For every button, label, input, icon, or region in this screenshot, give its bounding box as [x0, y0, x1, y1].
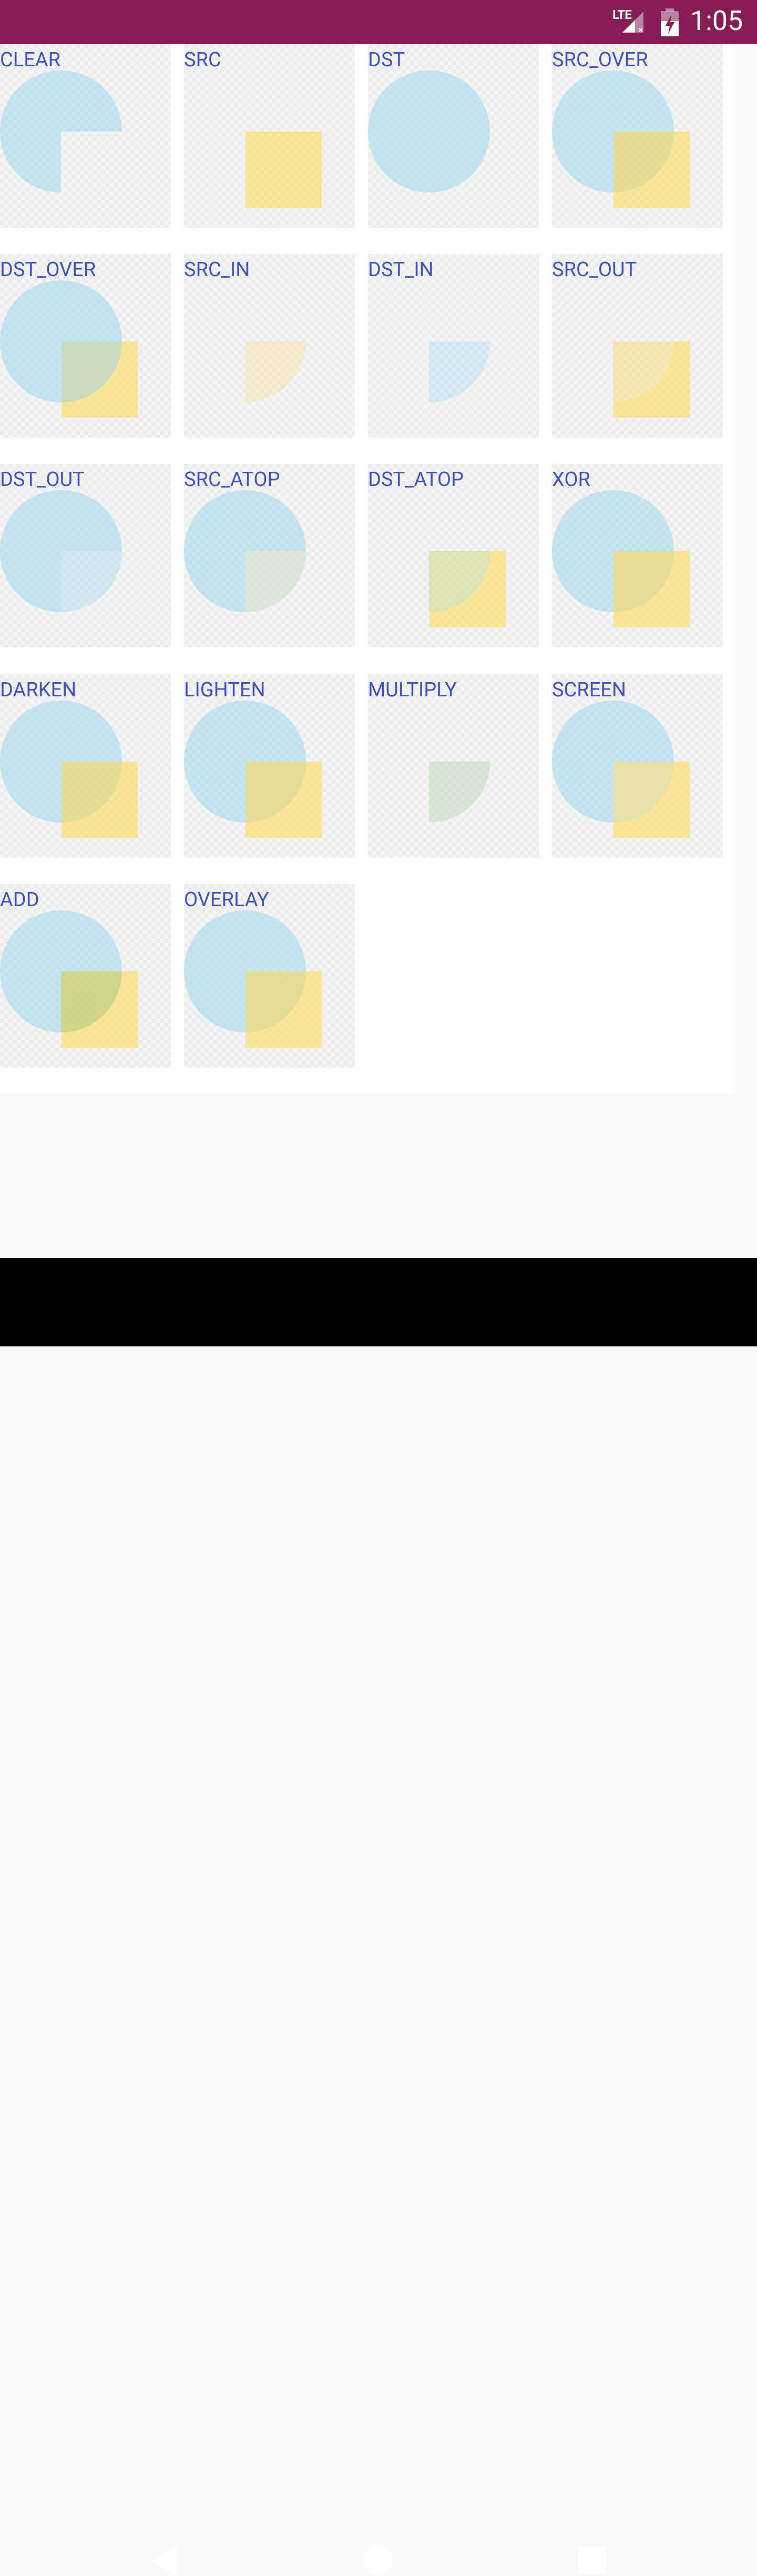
src-square	[613, 551, 690, 627]
mode-label: DST_IN	[368, 258, 434, 281]
mode-preview	[429, 551, 506, 627]
src-square	[245, 131, 322, 208]
mode-tile-screen: SCREEN	[552, 674, 723, 858]
svg-text:×: ×	[638, 26, 643, 35]
recents-icon[interactable]	[578, 2546, 606, 2574]
mode-tile-dst-in: DST_IN	[368, 254, 539, 438]
mode-tile-xor: XOR	[552, 464, 723, 647]
mode-label: DST_OUT	[0, 468, 85, 491]
mode-tile-src-atop: SRC_ATOP	[184, 464, 355, 647]
signal-icon: ×	[622, 12, 643, 35]
mode-tile-multiply: MULTIPLY	[368, 674, 539, 858]
clock: 1:05	[690, 5, 743, 37]
xfermode-grid: CLEAR SRC DST SRC_OVER DST_OVER SRC_IN DST_IN S…	[0, 44, 735, 1094]
mode-label: SRC_IN	[184, 258, 250, 281]
navigation-bar	[0, 1258, 757, 2576]
src-square	[245, 971, 322, 1048]
mode-label: SRC_OVER	[552, 48, 648, 72]
mode-preview	[0, 490, 122, 612]
mode-tile-dst: DST	[368, 44, 539, 228]
mode-label: DST	[368, 48, 405, 72]
mode-tile-lighten: LIGHTEN	[184, 674, 355, 858]
mode-tile-darken: DARKEN	[0, 674, 171, 858]
mode-tile-add: ADD	[0, 884, 171, 1068]
mode-tile-dst-out: DST_OUT	[0, 464, 171, 647]
mode-tile-overlay: OVERLAY	[184, 884, 355, 1068]
mode-label: SRC_OUT	[552, 258, 637, 281]
mode-tile-src-out: SRC_OUT	[552, 254, 723, 438]
mode-tile-clear: CLEAR	[0, 44, 171, 228]
mode-preview	[184, 490, 306, 612]
src-square	[62, 762, 138, 838]
battery-charging-icon	[661, 8, 679, 36]
src-square	[245, 762, 322, 838]
back-icon[interactable]	[150, 2545, 179, 2576]
mode-label: DST_ATOP	[368, 468, 464, 491]
mode-preview	[368, 70, 490, 192]
mode-tile-src-over: SRC_OVER	[552, 44, 723, 228]
mode-label: ADD	[0, 888, 39, 911]
mode-label: SRC_ATOP	[184, 468, 280, 491]
mode-label: SRC	[184, 48, 221, 72]
mode-label: LIGHTEN	[184, 678, 265, 702]
mode-label: MULTIPLY	[368, 678, 457, 702]
mode-label: CLEAR	[0, 48, 61, 72]
mode-label: OVERLAY	[184, 888, 269, 911]
mode-tile-dst-atop: DST_ATOP	[368, 464, 539, 647]
mode-tile-dst-over: DST_OVER	[0, 254, 171, 438]
status-bar: LTE × 1:05	[0, 0, 757, 44]
mode-label: DST_OVER	[0, 258, 96, 281]
mode-label: XOR	[552, 468, 590, 491]
mode-label: SCREEN	[552, 678, 627, 702]
mode-tile-src: SRC	[184, 44, 355, 228]
mode-label: DARKEN	[0, 678, 77, 702]
mode-tile-src-in: SRC_IN	[184, 254, 355, 438]
home-icon[interactable]	[363, 2545, 393, 2575]
mode-preview	[245, 131, 322, 208]
dst-circle	[0, 280, 122, 402]
mode-preview	[613, 341, 690, 418]
dst-circle	[368, 70, 490, 192]
src-square	[613, 131, 690, 208]
